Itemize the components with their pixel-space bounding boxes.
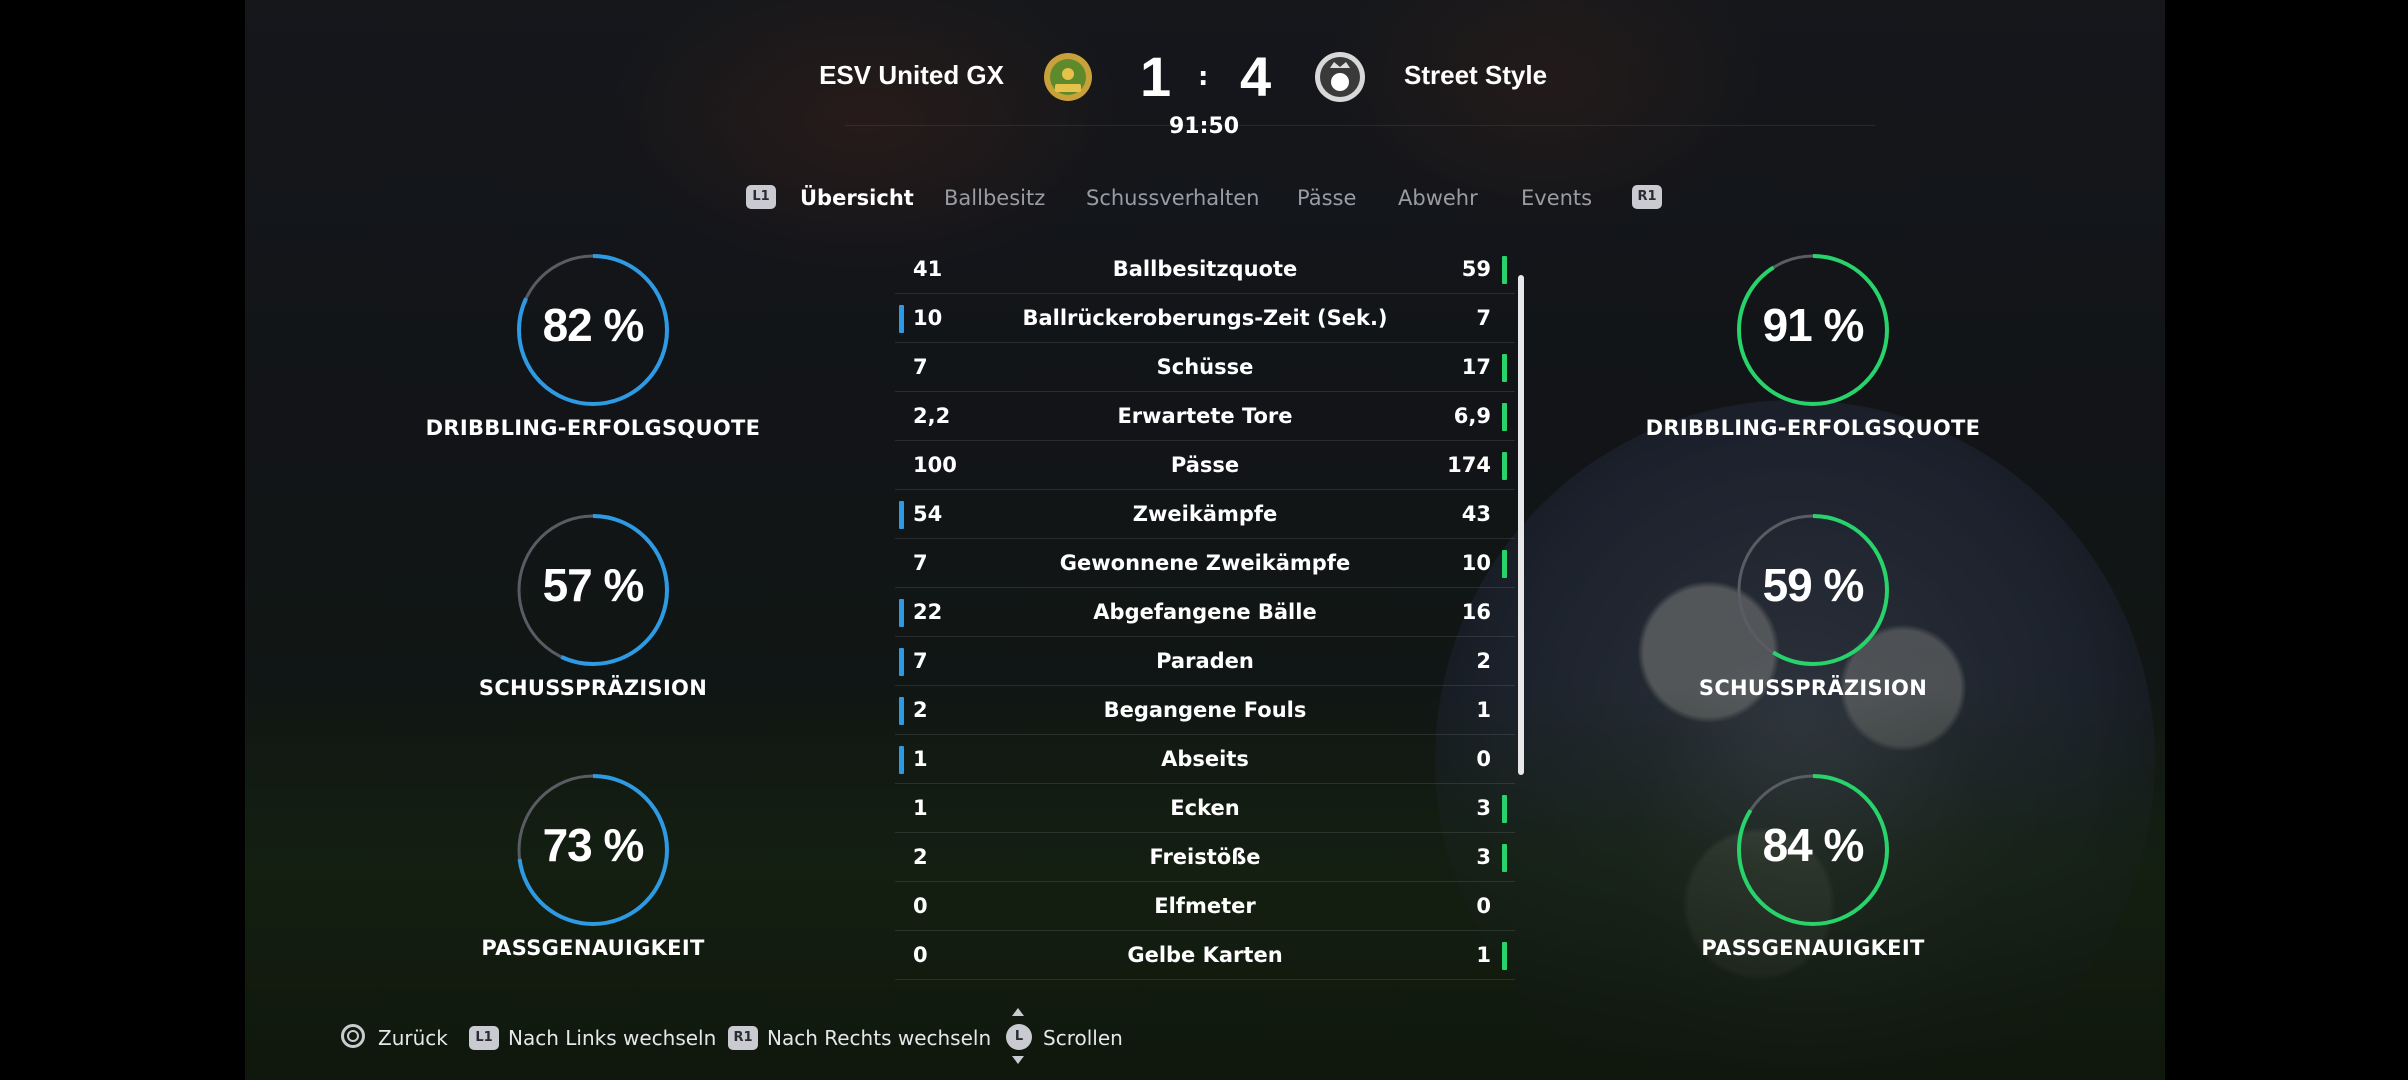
stats-scrollbar[interactable] [1518, 275, 1524, 775]
away-leader-bar [1502, 550, 1507, 578]
home-team-crest-icon [1041, 50, 1095, 104]
away-gauge-label: PASSGENAUIGKEIT [1701, 936, 1925, 960]
stat-row: 2 Begangene Fouls 1 [895, 687, 1515, 735]
l1-button-icon[interactable]: L1 [746, 185, 776, 209]
away-leader-bar [1502, 403, 1507, 431]
stat-row: 22 Abgefangene Bälle 16 [895, 589, 1515, 637]
stat-row: 10 Ballrückeroberungs-Zeit (Sek.) 7 [895, 295, 1515, 343]
away-stat-value: 174 [1447, 453, 1491, 477]
home-score: 1 [1140, 45, 1172, 108]
circle-button-icon[interactable] [341, 1024, 365, 1048]
away-team-crest-icon [1313, 50, 1367, 104]
home-gauge-label: SCHUSSPRÄZISION [478, 676, 708, 700]
stat-row: 0 Elfmeter 0 [895, 883, 1515, 931]
r1-footer-icon[interactable]: R1 [728, 1026, 758, 1050]
tab-events[interactable]: Events [1521, 186, 1592, 210]
switch-left-label[interactable]: Nach Links wechseln [508, 1026, 716, 1050]
stat-label: Abseits [1161, 747, 1249, 771]
away-score: 4 [1240, 45, 1272, 108]
away-stat-value: 1 [1476, 943, 1491, 967]
switch-right-label[interactable]: Nach Rechts wechseln [767, 1026, 991, 1050]
gauge-value: 84 % [1762, 819, 1865, 871]
away-leader-bar [1502, 942, 1507, 970]
home-gauge: 82 % [513, 250, 673, 410]
score-separator: : [1198, 62, 1209, 92]
away-leader-bar [1502, 452, 1507, 480]
away-leader-bar [1502, 844, 1507, 872]
home-team-name: ESV United GX [819, 60, 1004, 90]
stat-label: Pässe [1170, 453, 1240, 477]
tab-ubersicht[interactable]: Übersicht [800, 186, 914, 210]
away-stat-value: 3 [1476, 796, 1491, 820]
stat-label: Zweikämpfe [1132, 502, 1278, 526]
away-stat-value: 17 [1461, 355, 1491, 379]
stat-row: 0 Gelbe Karten 1 [895, 932, 1515, 980]
away-stat-value: 43 [1461, 502, 1491, 526]
stat-label: Freistöße [1149, 845, 1261, 869]
stat-label: Erwartete Tore [1117, 404, 1293, 428]
stat-label: Gewonnene Zweikämpfe [1059, 551, 1351, 575]
away-gauge: 59 % [1733, 510, 1893, 670]
gauge-value: 82 % [542, 299, 645, 351]
away-stat-value: 0 [1476, 894, 1491, 918]
away-leader-bar [1502, 354, 1507, 382]
away-stat-value: 1 [1476, 698, 1491, 722]
stat-label: Ecken [1170, 796, 1240, 820]
home-gauge: 57 % [513, 510, 673, 670]
away-gauge-label: DRIBBLING-ERFOLGSQUOTE [1645, 416, 1981, 440]
away-gauge-label: SCHUSSPRÄZISION [1698, 676, 1928, 700]
away-leader-bar [1502, 256, 1507, 284]
stat-label: Abgefangene Bälle [1093, 600, 1317, 624]
stat-row: 54 Zweikämpfe 43 [895, 491, 1515, 539]
gauge-value: 73 % [542, 819, 645, 871]
tab-passe[interactable]: Pässe [1297, 186, 1356, 210]
away-stat-value: 59 [1461, 257, 1491, 281]
stat-label: Ballbesitzquote [1112, 257, 1298, 281]
home-gauge: 73 % [513, 770, 673, 930]
away-stat-value: 2 [1476, 649, 1491, 673]
stat-row: 7 Paraden 2 [895, 638, 1515, 686]
away-gauge: 84 % [1733, 770, 1893, 930]
scroll-up-arrow-icon [1012, 1008, 1024, 1016]
stat-row: 1 Abseits 0 [895, 736, 1515, 784]
back-label[interactable]: Zurück [378, 1026, 448, 1050]
stat-row: 41 Ballbesitzquote 59 [895, 246, 1515, 294]
away-leader-bar [1502, 795, 1507, 823]
stat-row: 7 Gewonnene Zweikämpfe 10 [895, 540, 1515, 588]
stat-label: Ballrückeroberungs-Zeit (Sek.) [1022, 306, 1388, 330]
stat-row: 1 Ecken 3 [895, 785, 1515, 833]
away-stat-value: 10 [1461, 551, 1491, 575]
r1-button-icon[interactable]: R1 [1632, 185, 1662, 209]
scroll-down-arrow-icon [1012, 1056, 1024, 1064]
away-team-name: Street Style [1404, 60, 1548, 90]
tab-abwehr[interactable]: Abwehr [1398, 186, 1478, 210]
gauge-value: 57 % [542, 559, 645, 611]
away-stat-value: 0 [1476, 747, 1491, 771]
gauge-value: 59 % [1762, 559, 1865, 611]
stat-row: 100 Pässe 174 [895, 442, 1515, 490]
scroll-label[interactable]: Scrollen [1043, 1026, 1123, 1050]
away-stat-value: 7 [1476, 306, 1491, 330]
home-gauge-label: DRIBBLING-ERFOLGSQUOTE [425, 416, 761, 440]
stat-label: Schüsse [1156, 355, 1254, 379]
home-gauge-label: PASSGENAUIGKEIT [481, 936, 705, 960]
stat-label: Gelbe Karten [1127, 943, 1283, 967]
stat-label: Paraden [1156, 649, 1254, 673]
away-stat-value: 3 [1476, 845, 1491, 869]
stat-label: Begangene Fouls [1103, 698, 1307, 722]
tab-schussverhalten[interactable]: Schussverhalten [1086, 186, 1259, 210]
away-stat-value: 16 [1461, 600, 1491, 624]
stat-row: 2,2 Erwartete Tore 6,9 [895, 393, 1515, 441]
away-gauge: 91 % [1733, 250, 1893, 410]
match-time: 91:50 [1168, 114, 1240, 139]
left-stick-icon[interactable]: L [1006, 1024, 1032, 1050]
away-stat-value: 6,9 [1453, 404, 1491, 428]
stat-row: 2 Freistöße 3 [895, 834, 1515, 882]
stat-row: 7 Schüsse 17 [895, 344, 1515, 392]
l1-footer-icon[interactable]: L1 [469, 1026, 499, 1050]
tab-ballbesitz[interactable]: Ballbesitz [944, 186, 1045, 210]
gauge-value: 91 % [1762, 299, 1865, 351]
stat-label: Elfmeter [1154, 894, 1256, 918]
